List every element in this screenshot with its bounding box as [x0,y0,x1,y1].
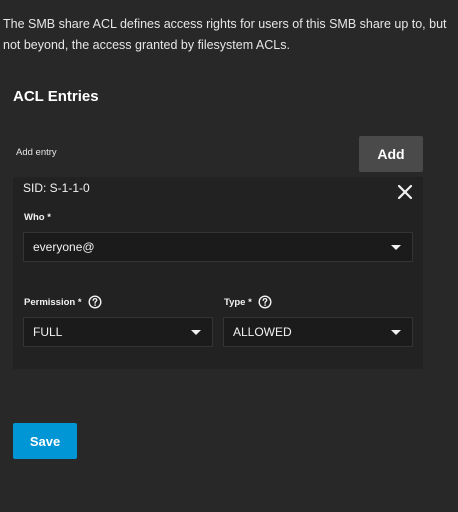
acl-entry-card: SID: S-1-1-0 Who * everyone@ Permission … [13,177,423,369]
chevron-down-icon [391,330,401,335]
who-select[interactable]: everyone@ [23,232,413,262]
who-label: Who * [24,212,51,223]
who-select-value: everyone@ [33,240,95,254]
permission-label-text: Permission * [24,296,82,308]
help-icon[interactable] [88,295,102,309]
permission-label: Permission * [24,295,102,309]
chevron-down-icon [191,330,201,335]
save-button[interactable]: Save [13,423,77,459]
permission-select-value: FULL [33,325,63,339]
add-entry-button[interactable]: Add [359,136,423,172]
type-select-value: ALLOWED [233,325,292,339]
acl-description: The SMB share ACL defines access rights … [3,17,447,52]
help-icon[interactable] [258,295,272,309]
sid-label: SID: S-1-1-0 [23,181,90,195]
chevron-down-icon [391,245,401,250]
who-label-text: Who * [24,212,51,223]
type-select[interactable]: ALLOWED [223,317,413,347]
smb-acl-form: The SMB share ACL defines access rights … [0,0,458,512]
type-label-text: Type * [224,296,252,308]
section-title: ACL Entries [13,88,99,105]
type-label: Type * [224,295,272,309]
add-entry-label: Add entry [16,147,57,158]
close-icon[interactable] [397,184,413,200]
permission-select[interactable]: FULL [23,317,213,347]
